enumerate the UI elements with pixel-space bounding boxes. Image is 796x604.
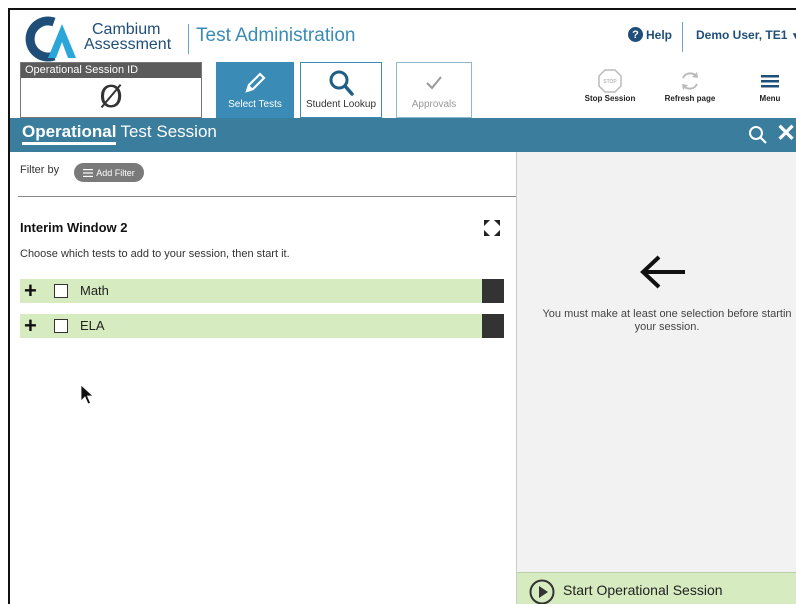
stop-session-label: Stop Session (584, 94, 636, 103)
filter-label: Filter by (20, 164, 60, 176)
app-title: Test Administration (196, 25, 356, 46)
brand-name: Cambium Assessment (84, 21, 172, 53)
pencil-icon (217, 69, 293, 97)
test-row-math: + Math (20, 279, 504, 303)
session-id-box: Operational Session ID Ø (20, 62, 202, 118)
tab-select-tests[interactable]: Select Tests (216, 62, 294, 118)
help-link[interactable]: ? Help (628, 27, 672, 42)
user-label: Demo User, TE1 (696, 28, 788, 42)
filter-icon (83, 168, 94, 177)
close-icon[interactable]: ✕ (776, 121, 796, 147)
test-checkbox-math[interactable] (54, 284, 68, 298)
selection-notice: You must make at least one selection bef… (542, 308, 792, 333)
start-session-label: Start Operational Session (563, 582, 723, 598)
session-title-rest: Test Session (120, 122, 217, 141)
add-filter-label: Add Filter (96, 167, 135, 178)
tab-approvals[interactable]: Approvals (396, 62, 472, 118)
svg-text:STOP: STOP (603, 79, 617, 85)
test-checkbox-ela[interactable] (54, 319, 68, 333)
session-summary-panel: You must make at least one selection bef… (516, 152, 796, 604)
add-filter-button[interactable]: Add Filter (74, 163, 144, 182)
brand-line-1: Cambium (92, 21, 161, 38)
test-row-handle[interactable] (482, 314, 504, 338)
stop-icon: STOP (582, 68, 638, 94)
user-divider (682, 22, 683, 52)
session-bar: Operational Test Session ✕ (10, 118, 796, 152)
start-session-button[interactable]: Start Operational Session (517, 572, 796, 604)
header: Cambium Assessment Test Administration ?… (10, 10, 796, 118)
tab-student-lookup[interactable]: Student Lookup (300, 62, 382, 118)
session-type-label: Operational (22, 122, 117, 145)
divider (18, 196, 516, 197)
test-row-ela: + ELA (20, 314, 504, 338)
mouse-cursor-icon (80, 384, 96, 411)
expand-plus-icon[interactable]: + (24, 314, 37, 338)
window-description: Choose which tests to add to your sessio… (20, 248, 290, 260)
window-title: Interim Window 2 (20, 220, 128, 235)
session-id-value: Ø (99, 80, 123, 115)
refresh-page-label: Refresh page (664, 94, 716, 103)
stop-session-button[interactable]: STOP Stop Session (582, 68, 638, 103)
search-icon[interactable] (748, 125, 768, 150)
app-frame: Cambium Assessment Test Administration ?… (8, 8, 796, 604)
test-name: Math (80, 283, 109, 298)
tab-label: Student Lookup (305, 99, 377, 110)
chevron-down-icon: ▼ (791, 31, 796, 42)
refresh-icon (660, 68, 720, 94)
help-label: Help (646, 27, 673, 42)
test-selection-panel: Filter by Add Filter Interim Window 2 Ch… (10, 152, 516, 604)
session-id-label: Operational Session ID (21, 63, 201, 78)
user-menu[interactable]: Demo User, TE1 ▼ (696, 28, 796, 42)
checkmark-icon (397, 69, 471, 97)
help-icon: ? (628, 27, 643, 42)
search-icon (301, 69, 381, 97)
tab-label: Select Tests (228, 99, 282, 110)
play-icon (529, 579, 555, 604)
brand-divider (188, 24, 189, 54)
refresh-page-button[interactable]: Refresh page (660, 68, 720, 103)
menu-label: Menu (759, 94, 781, 103)
tab-label: Approvals (411, 99, 457, 110)
cambium-logo-icon (25, 16, 76, 62)
test-row-handle[interactable] (482, 279, 504, 303)
menu-button[interactable]: Menu (750, 68, 790, 103)
test-name: ELA (80, 318, 105, 333)
arrow-left-icon (637, 252, 689, 297)
brand-line-2: Assessment (84, 36, 172, 53)
expand-icon[interactable] (482, 218, 502, 243)
session-bar-title: Operational Test Session (22, 122, 217, 145)
expand-plus-icon[interactable]: + (24, 279, 37, 303)
hamburger-icon (750, 68, 790, 94)
